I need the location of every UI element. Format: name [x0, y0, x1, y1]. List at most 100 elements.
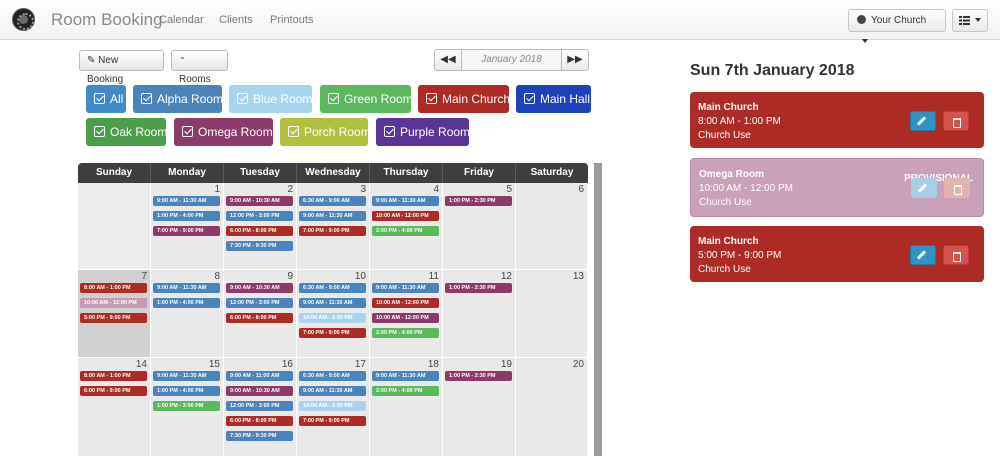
day-cell-20[interactable]: 20: [516, 358, 588, 456]
calendar-event[interactable]: 9:00 AM - 11:30 AM: [372, 196, 439, 206]
edit-booking-button[interactable]: [910, 245, 936, 265]
room-filter-main-church[interactable]: Main Church: [418, 85, 510, 113]
day-cell-2[interactable]: 2 9:00 AM - 10:30 AM 12:00 PM - 3:00 PM 6:0…: [224, 183, 297, 270]
nav-printouts[interactable]: Printouts: [270, 14, 313, 26]
church-selector-dropdown[interactable]: Your Church: [848, 9, 946, 44]
church-logo-icon[interactable]: [12, 8, 35, 31]
room-filter-omega-room[interactable]: Omega Room: [174, 118, 273, 146]
day-cell-empty[interactable]: [78, 183, 151, 270]
calendar-event[interactable]: 10:00 AM - 12:00 PM: [80, 298, 147, 308]
brand-title[interactable]: Room Booking: [51, 10, 163, 30]
day-cell-13[interactable]: 13: [516, 270, 588, 358]
calendar-event[interactable]: 1:00 PM - 2:30 PM: [445, 371, 512, 381]
edit-booking-button[interactable]: [911, 178, 937, 198]
calendar-event[interactable]: 1:00 PM - 3:00 PM: [153, 401, 220, 411]
calendar-event[interactable]: 12:00 PM - 3:00 PM: [226, 298, 293, 308]
calendar-event[interactable]: 9:00 AM - 11:30 AM: [299, 211, 366, 221]
calendar-event[interactable]: 1:00 PM - 2:30 PM: [445, 196, 512, 206]
calendar-scrollbar[interactable]: [594, 163, 602, 456]
day-cell-11[interactable]: 11 9:00 AM - 11:30 AM 10:00 AM - 12:00 PM 1…: [370, 270, 443, 358]
calendar-event[interactable]: 7:30 PM - 9:30 PM: [226, 431, 293, 441]
booking-card[interactable]: Main Church 5:00 PM - 9:00 PM Church Use: [690, 226, 984, 282]
day-cell-12[interactable]: 12 1:00 PM - 2:30 PM: [443, 270, 516, 358]
calendar-event[interactable]: 2:00 PM - 4:00 PM: [372, 328, 439, 338]
calendar-event[interactable]: 1:00 PM - 4:00 PM: [153, 298, 220, 308]
booking-card[interactable]: Omega Room 10:00 AM - 12:00 PM Church Use P…: [690, 158, 984, 217]
calendar-event[interactable]: 2:00 PM - 4:00 PM: [372, 386, 439, 396]
calendar-event[interactable]: 9:00 AM - 11:30 AM: [299, 386, 366, 396]
calendar-event[interactable]: 9:00 AM - 11:30 AM: [153, 283, 220, 293]
day-cell-3[interactable]: 3 6:30 AM - 9:00 AM 9:00 AM - 11:30 AM 7:00…: [297, 183, 370, 270]
room-filter-blue-room[interactable]: Blue Room: [229, 85, 312, 113]
day-cell-15[interactable]: 15 9:00 AM - 11:30 AM 1:00 PM - 4:00 PM 1:0…: [151, 358, 224, 456]
day-cell-8[interactable]: 8 9:00 AM - 11:30 AM 1:00 PM - 4:00 PM: [151, 270, 224, 358]
previous-month-button[interactable]: ◀◀: [435, 50, 462, 70]
nav-calendar[interactable]: Calendar: [159, 14, 204, 26]
room-filter-all[interactable]: All: [86, 85, 126, 113]
calendar-event[interactable]: 5:00 PM - 9:00 PM: [80, 313, 147, 323]
next-month-button[interactable]: ▶▶: [561, 50, 588, 70]
day-cell-6[interactable]: 6: [516, 183, 588, 270]
room-filter-oak-room[interactable]: Oak Room: [86, 118, 167, 146]
day-cell-14[interactable]: 14 8:00 AM - 1:00 PM 6:00 PM - 9:00 PM: [78, 358, 151, 456]
calendar-event[interactable]: 8:00 AM - 1:00 PM: [80, 371, 147, 381]
calendar-event[interactable]: 1:00 PM - 4:00 PM: [153, 211, 220, 221]
calendar-event[interactable]: 9:00 AM - 11:30 AM: [299, 298, 366, 308]
calendar-event[interactable]: 9:00 AM - 11:30 AM: [372, 371, 439, 381]
calendar-event[interactable]: 7:00 PM - 9:00 PM: [299, 416, 366, 426]
booking-card[interactable]: Main Church 8:00 AM - 1:00 PM Church Use: [690, 92, 984, 148]
calendar-event[interactable]: 9:00 AM - 11:00 AM: [226, 371, 293, 381]
calendar-event[interactable]: 9:00 AM - 11:30 AM: [153, 196, 220, 206]
calendar-event[interactable]: 6:00 PM - 8:00 PM: [226, 226, 293, 236]
calendar-event[interactable]: 9:00 AM - 11:30 AM: [372, 283, 439, 293]
calendar-event[interactable]: 7:00 PM - 9:00 PM: [153, 226, 220, 236]
calendar-event[interactable]: 7:30 PM - 9:30 PM: [226, 241, 293, 251]
calendar-event[interactable]: 7:00 PM - 9:00 PM: [299, 328, 366, 338]
calendar-event[interactable]: 8:00 AM - 1:00 PM: [80, 283, 147, 293]
edit-booking-button[interactable]: [910, 111, 936, 131]
day-cell-7[interactable]: 7 8:00 AM - 1:00 PM 10:00 AM - 12:00 PM 5:0…: [78, 270, 151, 358]
room-filter-alpha-room[interactable]: Alpha Room: [133, 85, 223, 113]
view-menu-dropdown[interactable]: [952, 9, 988, 32]
nav-clients[interactable]: Clients: [219, 14, 253, 26]
rooms-button[interactable]: ⌃ Rooms: [171, 50, 228, 85]
calendar-event[interactable]: 7:00 PM - 9:00 PM: [299, 226, 366, 236]
calendar-event[interactable]: 1:00 PM - 2:30 PM: [445, 283, 512, 293]
delete-booking-button[interactable]: [943, 245, 969, 265]
calendar-event[interactable]: 9:00 AM - 10:30 AM: [226, 196, 293, 206]
calendar-event[interactable]: 6:00 PM - 9:00 PM: [80, 386, 147, 396]
calendar-event[interactable]: 9:00 AM - 10:30 AM: [226, 386, 293, 396]
calendar-event[interactable]: 12:00 PM - 3:00 PM: [226, 401, 293, 411]
day-cell-1[interactable]: 1 9:00 AM - 11:30 AM 1:00 PM - 4:00 PM 7:00…: [151, 183, 224, 270]
calendar-event[interactable]: 6:30 AM - 9:00 AM: [299, 371, 366, 381]
day-cell-16[interactable]: 16 9:00 AM - 11:00 AM 9:00 AM - 10:30 AM 12…: [224, 358, 297, 456]
room-filter-main-hall[interactable]: Main Hall: [516, 85, 591, 113]
calendar-event[interactable]: 10:00 AM - 12:00 PM: [372, 211, 439, 221]
new-booking-button[interactable]: ✎ New Booking: [79, 50, 164, 85]
calendar-event[interactable]: 6:30 AM - 9:00 AM: [299, 283, 366, 293]
room-filter-porch-room[interactable]: Porch Room: [280, 118, 371, 146]
calendar-event[interactable]: 10:00 AM - 12:00 PM: [372, 298, 439, 308]
day-cell-10[interactable]: 10 6:30 AM - 9:00 AM 9:00 AM - 11:30 AM 10:…: [297, 270, 370, 358]
room-filter-green-room[interactable]: Green Room: [320, 85, 413, 113]
calendar-event[interactable]: 12:00 PM - 3:00 PM: [226, 211, 293, 221]
calendar-event[interactable]: 6:00 PM - 8:00 PM: [226, 416, 293, 426]
calendar-event[interactable]: 2:00 PM - 4:00 PM: [372, 226, 439, 236]
calendar-event[interactable]: 6:30 AM - 9:00 AM: [299, 196, 366, 206]
calendar-event[interactable]: 1:00 PM - 4:00 PM: [153, 386, 220, 396]
day-cell-19[interactable]: 19 1:00 PM - 2:30 PM: [443, 358, 516, 456]
calendar-event[interactable]: 10:00 AM - 1:00 PM: [299, 401, 366, 411]
day-cell-5[interactable]: 5 1:00 PM - 2:30 PM: [443, 183, 516, 270]
day-cell-18[interactable]: 18 9:00 AM - 11:30 AM 2:00 PM - 4:00 PM: [370, 358, 443, 456]
room-filter-purple-room[interactable]: Purple Room: [376, 118, 470, 146]
calendar-event[interactable]: 6:00 PM - 8:00 PM: [226, 313, 293, 323]
day-cell-17[interactable]: 17 6:30 AM - 9:00 AM 9:00 AM - 11:30 AM 10:…: [297, 358, 370, 456]
delete-booking-button[interactable]: [943, 111, 969, 131]
day-cell-9[interactable]: 9 9:00 AM - 10:30 AM 12:00 PM - 3:00 PM 6:0…: [224, 270, 297, 358]
calendar-event[interactable]: 9:00 AM - 11:30 AM: [153, 371, 220, 381]
delete-booking-button[interactable]: [944, 178, 970, 198]
calendar-event[interactable]: 9:00 AM - 10:30 AM: [226, 283, 293, 293]
day-cell-4[interactable]: 4 9:00 AM - 11:30 AM 10:00 AM - 12:00 PM 2:…: [370, 183, 443, 270]
calendar-event[interactable]: 10:00 AM - 1:00 PM: [299, 313, 366, 323]
calendar-event[interactable]: 10:00 AM - 12:00 PM: [372, 313, 439, 323]
